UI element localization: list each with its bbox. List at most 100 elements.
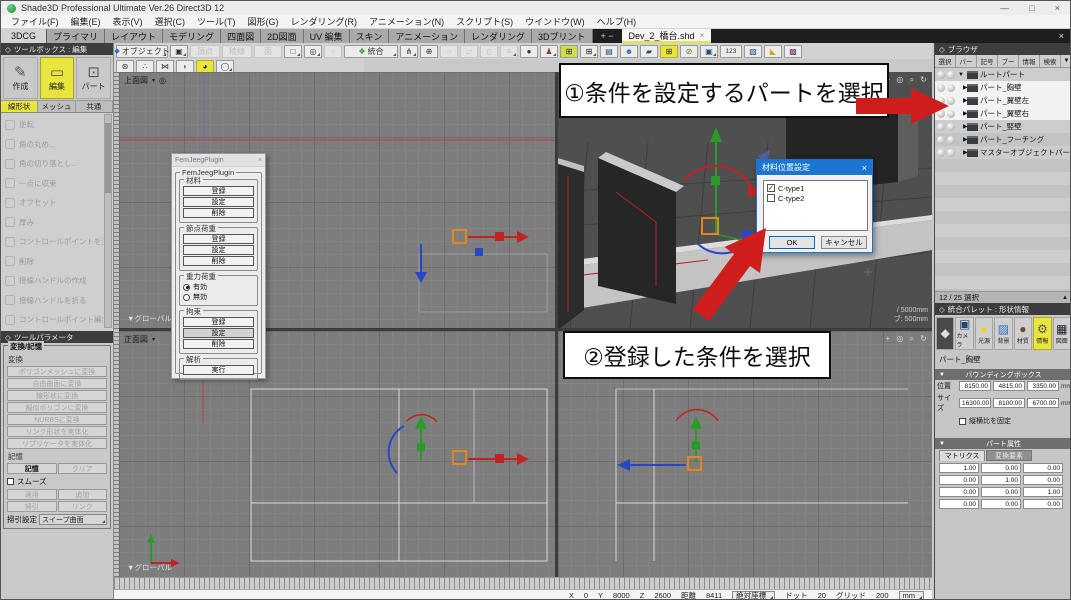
filter-bool[interactable]: ブー bbox=[998, 55, 1019, 67]
tree-row-part[interactable]: ▶マスターオブジェクトパート bbox=[935, 146, 1071, 159]
material-set-button[interactable]: 設定 bbox=[183, 197, 254, 207]
matrix-cell[interactable]: 0.00 bbox=[981, 463, 1021, 473]
hatch-icon[interactable]: ▨ bbox=[744, 45, 762, 58]
convert-to-polygon-button[interactable]: ポリゴンメッシュに変換 bbox=[7, 366, 107, 377]
tree-row-root[interactable]: ▼ルートパート bbox=[935, 68, 1071, 81]
tool-item[interactable]: 角の切り落とし... bbox=[5, 154, 103, 174]
tool-item[interactable]: コントロールポイント編集 bbox=[5, 310, 103, 330]
tree-row-part[interactable]: ▶パート_胸壁 bbox=[935, 81, 1071, 94]
coordinate-system-dropdown[interactable]: 絶対座標 bbox=[732, 591, 775, 600]
position-y-field[interactable]: 4815.00 bbox=[993, 381, 1025, 391]
link-button[interactable]: リンク bbox=[58, 501, 108, 512]
integrate-button[interactable]: ❖ 統合 bbox=[344, 45, 398, 58]
tab-matrix[interactable]: マトリクス bbox=[939, 450, 985, 461]
menu-select[interactable]: 選択(C) bbox=[149, 15, 192, 28]
render-flag-icon[interactable] bbox=[947, 71, 955, 79]
gravity-on-radio[interactable] bbox=[183, 284, 190, 291]
mode-edit-button[interactable]: ▭ 編集 bbox=[40, 57, 75, 99]
convert-to-nurbs-button[interactable]: NURBSに変換 bbox=[7, 414, 107, 425]
visibility-icon[interactable] bbox=[937, 149, 945, 157]
tab-layout[interactable]: レイアウト bbox=[105, 29, 163, 43]
palette-tab-material[interactable]: ●材質 bbox=[1014, 317, 1032, 350]
menu-rendering[interactable]: レンダリング(R) bbox=[285, 15, 364, 28]
matrix-cell[interactable]: 0.00 bbox=[981, 499, 1021, 509]
viewport-center-icon[interactable]: ◎ bbox=[159, 76, 166, 85]
grid-green-icon[interactable]: ⊞ bbox=[560, 45, 578, 58]
target-icon[interactable]: ⊕ bbox=[420, 45, 438, 58]
coordinate-mode-label[interactable]: ▼グローバル bbox=[127, 313, 172, 324]
render-flag-icon[interactable] bbox=[947, 149, 955, 157]
rect-select-icon[interactable]: □ bbox=[284, 45, 302, 58]
vertex-mode-button[interactable]: 頂点 bbox=[190, 45, 220, 58]
constraint-delete-button[interactable]: 削除 bbox=[183, 339, 254, 349]
bounding-box-section-header[interactable]: ▼バウンディングボックス bbox=[935, 369, 1071, 380]
menu-tools[interactable]: ツール(T) bbox=[191, 15, 242, 28]
tab-add-remove[interactable]: + − bbox=[593, 29, 622, 43]
mode-create-button[interactable]: ✎ 作成 bbox=[3, 57, 38, 99]
material-cut-icon[interactable]: ⊘ bbox=[680, 45, 698, 58]
edge-mode-button[interactable]: 稜線 bbox=[222, 45, 252, 58]
position-x-field[interactable]: 8150.00 bbox=[959, 381, 991, 391]
menu-animation[interactable]: アニメーション(N) bbox=[363, 15, 450, 28]
filter-symbol[interactable]: 記号 bbox=[977, 55, 998, 67]
render-flag-icon[interactable] bbox=[947, 110, 955, 118]
tab-uv-edit[interactable]: UV 編集 bbox=[304, 29, 350, 43]
palette-tab-background[interactable]: ▨背景 bbox=[994, 317, 1012, 350]
tab-mesh[interactable]: メッシュ bbox=[38, 101, 75, 112]
materialize-link-button[interactable]: リンク形状を実体化 bbox=[7, 426, 107, 437]
render-flag-icon[interactable] bbox=[947, 97, 955, 105]
clear-button[interactable]: クリア bbox=[58, 463, 108, 474]
load-delete-button[interactable]: 削除 bbox=[183, 256, 254, 266]
add-button[interactable]: 追加 bbox=[58, 489, 108, 500]
size-x-field[interactable]: 16300.00 bbox=[959, 398, 991, 408]
gauge-icon[interactable]: ◣ bbox=[764, 45, 782, 58]
document-tab[interactable]: Dev_2_橋台.shd × bbox=[622, 29, 712, 43]
tool-item[interactable]: 接線ハンドルの作成 bbox=[5, 271, 103, 291]
convert-to-freeform-button[interactable]: 自由曲面に変換 bbox=[7, 378, 107, 389]
material-type-item[interactable]: C-type2 bbox=[767, 193, 864, 203]
cube2-off-icon[interactable]: ▯ bbox=[480, 45, 498, 58]
sweep-button[interactable]: 掃引 bbox=[7, 501, 57, 512]
filter-part[interactable]: パー bbox=[956, 55, 977, 67]
constraint-set-button[interactable]: 設定 bbox=[183, 328, 254, 338]
size-y-field[interactable]: 8100.00 bbox=[993, 398, 1025, 408]
render-flag-icon[interactable] bbox=[947, 84, 955, 92]
visibility-icon[interactable] bbox=[937, 123, 945, 131]
minimize-button[interactable]: — bbox=[1000, 3, 1009, 13]
tree-row-part[interactable]: ▶パート_翼壁左 bbox=[935, 94, 1071, 107]
viewport-front-label[interactable]: 正面図 bbox=[124, 334, 148, 345]
tool-list-scrollbar[interactable] bbox=[104, 114, 112, 328]
viewport-controls[interactable]: + ◎ ⌕ ↻ bbox=[885, 75, 929, 85]
ctype1-checkbox[interactable]: ✓ bbox=[767, 184, 775, 192]
tab-common[interactable]: 共通 bbox=[76, 101, 113, 112]
tool-item[interactable]: 厚み bbox=[5, 213, 103, 233]
render-flag-icon[interactable] bbox=[947, 136, 955, 144]
fem-dialog-titlebar[interactable]: FemJeegPlugin × bbox=[172, 154, 265, 167]
menu-view[interactable]: 表示(V) bbox=[107, 15, 149, 28]
tree-row-part[interactable]: ▶パート_翼壁右 bbox=[935, 107, 1071, 120]
tool-item[interactable]: 接線ハンドルを折る bbox=[5, 291, 103, 311]
tab-primary[interactable]: プライマリ bbox=[47, 29, 105, 43]
coordinate-mode-label[interactable]: ▼グローバル bbox=[127, 562, 172, 573]
tab-line-shape[interactable]: 線形状 bbox=[1, 101, 38, 112]
palette-tab-shape[interactable]: ◆ bbox=[936, 317, 954, 350]
matrix-cell[interactable]: 0.00 bbox=[1023, 475, 1063, 485]
menu-script[interactable]: スクリプト(S) bbox=[450, 15, 519, 28]
tree-row-part[interactable]: ▶パート_フーチング bbox=[935, 133, 1071, 146]
render-flag-icon[interactable] bbox=[947, 123, 955, 131]
tab-transform-elements[interactable]: 変換要素 bbox=[986, 450, 1032, 461]
tab-rendering[interactable]: レンダリング bbox=[465, 29, 532, 43]
load-set-button[interactable]: 設定 bbox=[183, 245, 254, 255]
matrix-cell[interactable]: 0.00 bbox=[981, 487, 1021, 497]
tab-3dprint[interactable]: 3Dプリント bbox=[532, 29, 593, 43]
visibility-icon[interactable] bbox=[937, 71, 945, 79]
chevron-down-icon[interactable]: ▾ bbox=[152, 77, 155, 84]
palette-tab-info[interactable]: ⚙情報 bbox=[1033, 317, 1051, 350]
palette-tab-drawing[interactable]: ▦図面 bbox=[1053, 317, 1071, 350]
viewport-controls[interactable]: + ◎ ⌕ ↻ bbox=[885, 334, 929, 344]
figure-icon[interactable]: ♟ bbox=[540, 45, 558, 58]
convert-to-line-button[interactable]: 線形状に変換 bbox=[7, 390, 107, 401]
matrix-cell[interactable]: 0.00 bbox=[939, 499, 979, 509]
tab-2d-drawing[interactable]: 2D図面 bbox=[261, 29, 304, 43]
collapse-icon[interactable]: ▲ bbox=[1062, 295, 1068, 301]
